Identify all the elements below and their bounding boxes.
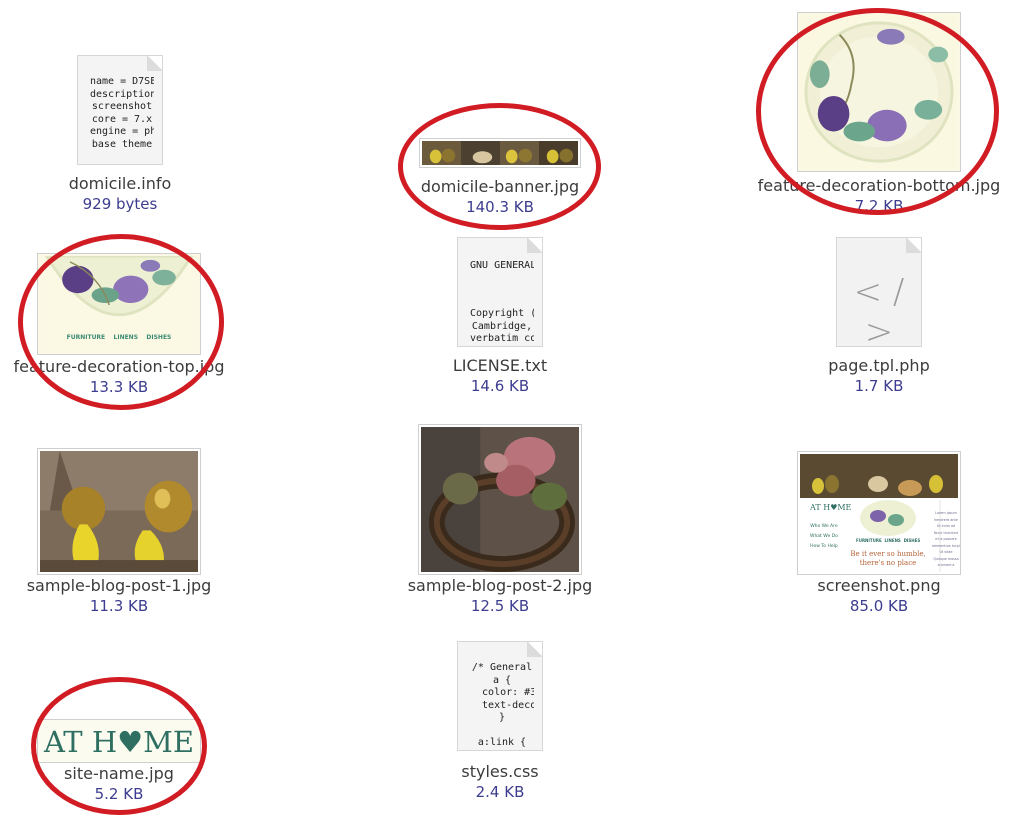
file-name: site-name.jpg <box>64 764 174 783</box>
file-item-sample-blog-post-1[interactable]: sample-blog-post-1.jpg 11.3 KB <box>0 448 269 616</box>
file-size: 1.7 KB <box>854 377 904 395</box>
image-thumbnail <box>418 424 582 575</box>
thumbnail-sidebar: Lorem ipsum hendrerit ante Ut enim ad Nu… <box>932 510 960 569</box>
image-thumbnail <box>37 448 201 575</box>
file-item-license[interactable]: GNU GENERAL Copyright (C) Cambridge, ver… <box>350 237 650 396</box>
text-file-icon: name = D7SE description screenshot core … <box>77 55 163 165</box>
image-thumbnail: AT H♥ME <box>37 719 201 763</box>
site-name-wordmark: AT H♥ME <box>43 725 195 759</box>
thumbnail-menu: Who We Are What We Do How To Help <box>810 522 838 552</box>
file-preview-text: /* General a { color: #3 text-deco } a:l… <box>471 662 534 748</box>
file-name: domicile.info <box>68 174 172 193</box>
file-name: feature-decoration-top.jpg <box>13 357 225 376</box>
file-item-domicile-info[interactable]: name = D7SE description screenshot core … <box>0 55 270 214</box>
thumbnail-tagline: Be it ever so humble, there's no place <box>850 550 926 567</box>
file-item-screenshot[interactable]: AT H♥ME Who We Are What We Do How To Hel… <box>729 451 1024 616</box>
file-name: page.tpl.php <box>828 356 930 375</box>
thumbnail-caption: FURNITURE LINENS DISHES <box>66 334 172 341</box>
text-file-icon: /* General a { color: #3 text-deco } a:l… <box>457 641 543 751</box>
thumbnail-logo: AT H♥ME <box>810 503 852 512</box>
file-size: 11.3 KB <box>89 597 149 615</box>
file-item-feature-decoration-bottom[interactable]: feature-decoration-bottom.jpg 7.2 KB <box>729 12 1024 216</box>
file-preview-heading: GNU GENERAL <box>470 260 534 271</box>
thumbnail-sidebar-line: Lorem ipsum <box>935 511 957 515</box>
thumbnail-sidebar-line: mi a posuere <box>935 537 957 541</box>
file-name: screenshot.png <box>817 576 941 595</box>
image-thumbnail <box>419 138 581 168</box>
file-item-styles-css[interactable]: /* General a { color: #3 text-deco } a:l… <box>350 641 650 802</box>
file-name: LICENSE.txt <box>452 356 548 375</box>
file-size: 13.3 KB <box>89 378 149 396</box>
thumbnail-menu-item: Who We Are <box>810 524 838 529</box>
file-preview-text: Copyright (C) Cambridge, verbatim copies <box>470 308 534 344</box>
image-thumbnail: AT H♥ME Who We Are What We Do How To Hel… <box>797 451 961 575</box>
file-size: 140.3 KB <box>466 198 534 216</box>
file-item-feature-decoration-top[interactable]: FURNITURE LINENS DISHES feature-decorati… <box>0 253 269 397</box>
file-name: sample-blog-post-2.jpg <box>407 576 593 595</box>
file-item-site-name[interactable]: AT H♥ME site-name.jpg 5.2 KB <box>0 719 269 804</box>
thumbnail-menu-item: What We Do <box>810 534 838 539</box>
file-size: 5.2 KB <box>94 785 144 803</box>
file-item-sample-blog-post-2[interactable]: sample-blog-post-2.jpg 12.5 KB <box>350 424 650 616</box>
file-preview-text: name = D7SE description screenshot core … <box>90 76 154 150</box>
file-name: styles.css <box>461 762 539 781</box>
code-glyph: < / > <box>853 272 905 347</box>
file-size: 12.5 KB <box>470 597 530 615</box>
file-item-page-tpl-php[interactable]: < / > page.tpl.php 1.7 KB <box>729 237 1024 396</box>
file-size: 14.6 KB <box>470 377 530 395</box>
file-size: 2.4 KB <box>475 783 525 801</box>
file-size: 7.2 KB <box>854 197 904 215</box>
image-thumbnail <box>797 12 961 172</box>
text-file-icon: GNU GENERAL Copyright (C) Cambridge, ver… <box>457 237 543 347</box>
file-item-domicile-banner[interactable]: domicile-banner.jpg 140.3 KB <box>350 138 650 217</box>
image-thumbnail: FURNITURE LINENS DISHES <box>37 253 201 355</box>
file-size: 929 bytes <box>82 195 158 213</box>
thumbnail-nav: FURNITURE LINENS DISHES <box>856 538 921 543</box>
file-size: 85.0 KB <box>849 597 909 615</box>
thumbnail-sidebar-line: a ornare a <box>937 563 955 567</box>
code-file-icon: < / > <box>836 237 922 347</box>
file-name: sample-blog-post-1.jpg <box>26 576 212 595</box>
file-name: feature-decoration-bottom.jpg <box>757 176 1001 195</box>
thumbnail-menu-item: How To Help <box>810 544 838 549</box>
file-name: domicile-banner.jpg <box>420 177 580 196</box>
